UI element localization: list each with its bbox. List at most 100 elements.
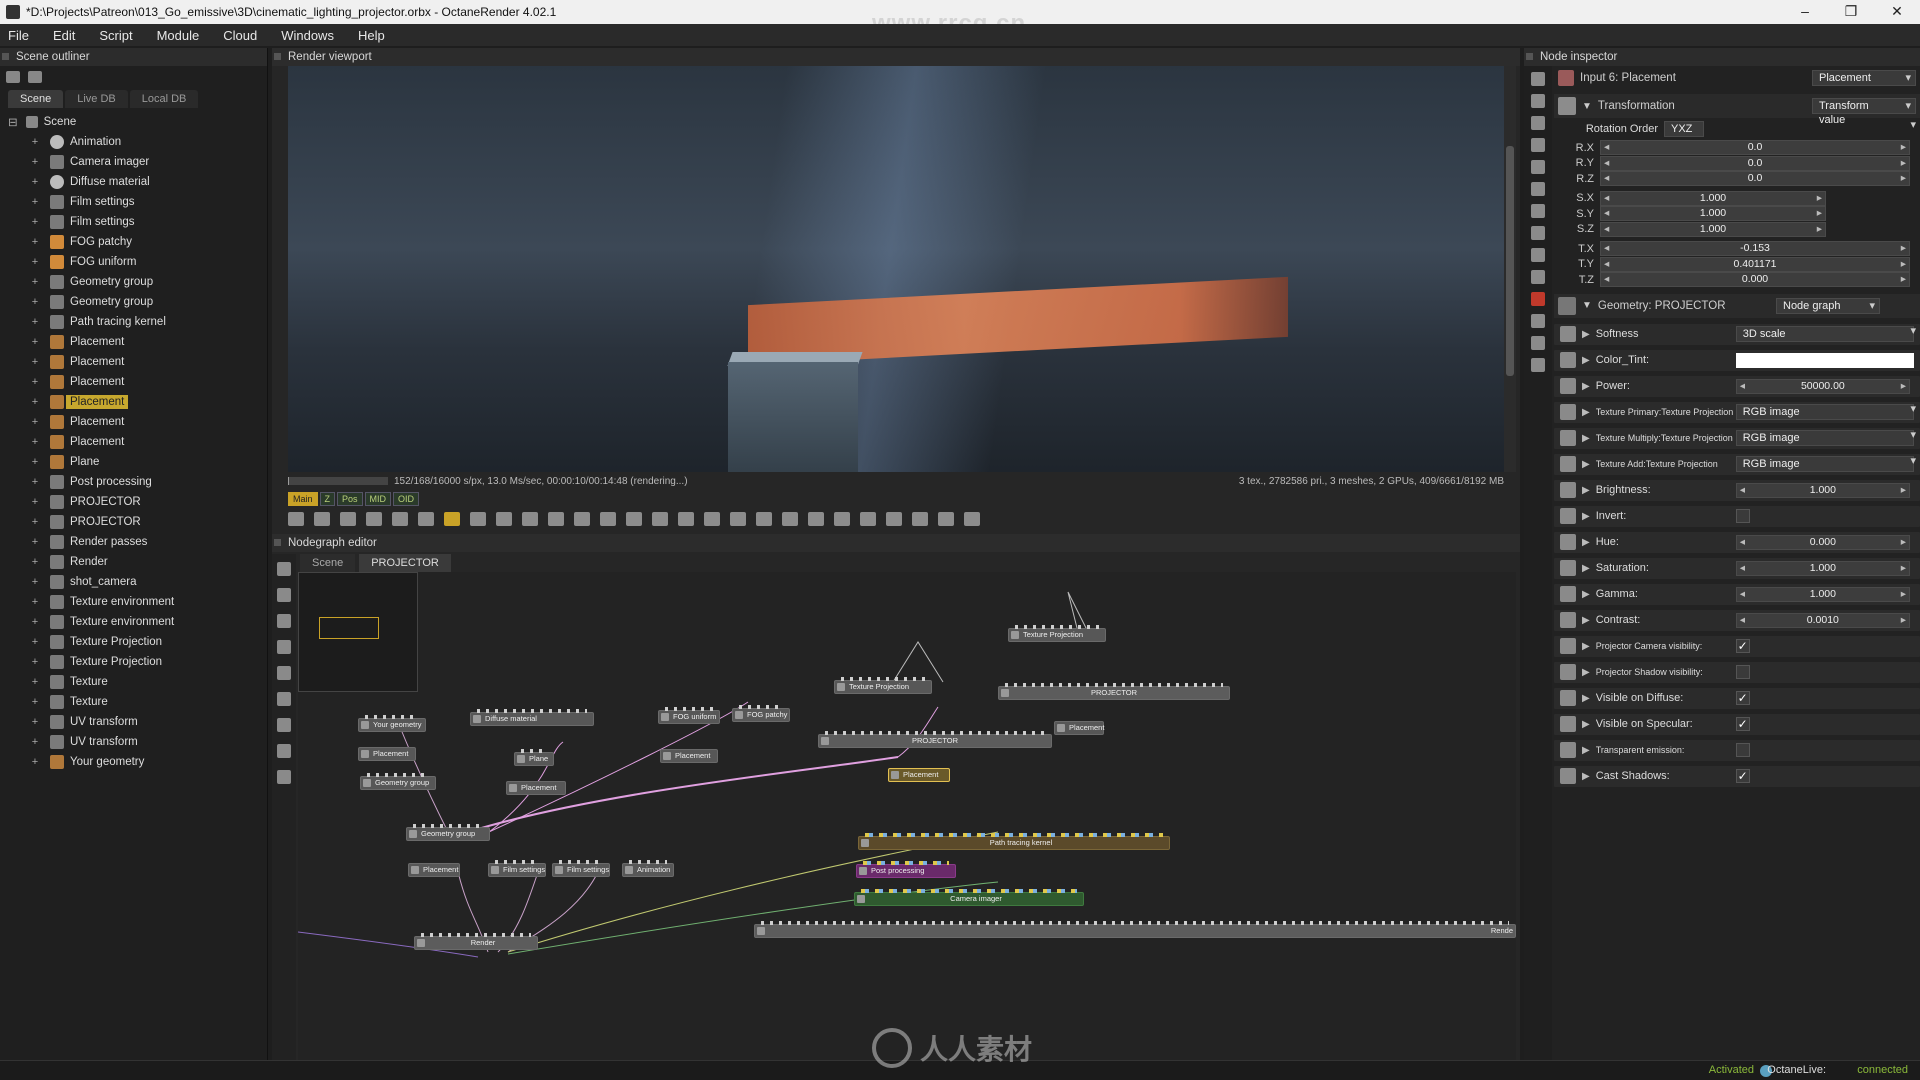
property-slider[interactable]: 50000.00	[1735, 378, 1910, 394]
tree-item[interactable]: + UV transform	[0, 712, 267, 732]
menu-file[interactable]: File	[8, 28, 29, 43]
tree-item[interactable]: + Animation	[0, 132, 267, 152]
expand-icon[interactable]: +	[30, 336, 40, 348]
expand-icon[interactable]: +	[30, 596, 40, 608]
node-placement-e[interactable]: Placement	[660, 749, 718, 763]
expand-triangle-icon[interactable]: ▶	[1582, 511, 1590, 522]
tree-item[interactable]: + Film settings	[0, 212, 267, 232]
expand-icon[interactable]: +	[30, 296, 40, 308]
property-pin-icon[interactable]	[1560, 508, 1576, 524]
tree-item[interactable]: + Texture environment	[0, 612, 267, 632]
transform-value-slider[interactable]: 0.0	[1600, 171, 1910, 187]
tree-item[interactable]: + FOG uniform	[0, 252, 267, 272]
viewport-scrollbar[interactable]	[1504, 66, 1516, 472]
expand-triangle-icon[interactable]: ▶	[1582, 667, 1590, 678]
tab-scene-graph[interactable]: Scene	[300, 554, 356, 572]
expand-triangle-icon[interactable]: ▶	[1582, 381, 1590, 392]
minimize-button[interactable]: –	[1782, 0, 1828, 24]
tree-item[interactable]: + Placement	[0, 412, 267, 432]
expand-icon[interactable]: +	[30, 196, 40, 208]
tab-projector-graph[interactable]: PROJECTOR	[359, 554, 451, 572]
save-render-icon[interactable]	[782, 512, 798, 526]
film-region-icon[interactable]	[652, 512, 668, 526]
node-camera-imager[interactable]: Camera imager	[854, 889, 1084, 906]
property-pin-icon[interactable]	[1560, 534, 1576, 550]
tree-item[interactable]: + FOG patchy	[0, 232, 267, 252]
chip-pos[interactable]: Pos	[337, 492, 363, 506]
stop-icon[interactable]	[366, 512, 382, 526]
menu-cloud[interactable]: Cloud	[223, 28, 257, 43]
expand-icon[interactable]: +	[30, 216, 40, 228]
expand-icon[interactable]: +	[30, 236, 40, 248]
expand-icon[interactable]: +	[30, 376, 40, 388]
pick-object-icon[interactable]	[574, 512, 590, 526]
passes-node-icon[interactable]	[1531, 270, 1545, 284]
tree-item[interactable]: + Texture	[0, 692, 267, 712]
property-pin-icon[interactable]	[1560, 560, 1576, 576]
nodegraph-canvas[interactable]: Texture Projection PROJECTOR Placement T…	[298, 572, 1516, 1060]
tree-item[interactable]: + PROJECTOR	[0, 492, 267, 512]
menu-windows[interactable]: Windows	[281, 28, 334, 43]
tab-local-db[interactable]: Local DB	[129, 90, 199, 108]
settings-icon[interactable]	[314, 512, 330, 526]
tree-item[interactable]: + Texture Projection	[0, 632, 267, 652]
expand-triangle-icon[interactable]: ▶	[1582, 355, 1590, 366]
property-pin-icon[interactable]	[1560, 326, 1576, 342]
node-film-settings-2[interactable]: Film settings	[552, 860, 610, 877]
viewport-lock-icon[interactable]	[704, 512, 720, 526]
environment-node-icon[interactable]	[1531, 160, 1545, 174]
property-pin-icon[interactable]	[1560, 716, 1576, 732]
subsample-icon[interactable]	[834, 512, 850, 526]
tab-live-db[interactable]: Live DB	[65, 90, 128, 108]
node-plane[interactable]: Plane	[514, 749, 554, 766]
transform-value-slider[interactable]: 1.000	[1600, 190, 1826, 206]
transform-value-slider[interactable]: 0.0	[1600, 155, 1910, 171]
geometry-node-icon[interactable]	[1531, 314, 1545, 328]
expand-icon[interactable]: +	[30, 356, 40, 368]
tree-item[interactable]: + Geometry group	[0, 272, 267, 292]
pause-icon[interactable]	[418, 512, 434, 526]
expand-icon[interactable]: +	[30, 256, 40, 268]
property-slider[interactable]: 0.0010	[1735, 612, 1910, 628]
tree-item[interactable]: + Placement	[0, 432, 267, 452]
restart-icon[interactable]	[392, 512, 408, 526]
maximize-button[interactable]: ❐	[1828, 0, 1874, 24]
expand-icon[interactable]: +	[30, 396, 40, 408]
transform-mode-dropdown[interactable]: Transform value	[1812, 98, 1916, 126]
tree-item[interactable]: + Plane	[0, 452, 267, 472]
property-dropdown[interactable]: 3D scale	[1735, 326, 1914, 342]
expand-icon[interactable]: +	[30, 636, 40, 648]
recenter-icon[interactable]	[288, 512, 304, 526]
expand-icon[interactable]: +	[30, 316, 40, 328]
scene-root[interactable]: ⊟ Scene	[0, 112, 267, 132]
input-type-dropdown[interactable]: Placement	[1812, 70, 1916, 86]
expand-triangle-icon[interactable]: ▶	[1582, 459, 1590, 470]
tree-item[interactable]: + UV transform	[0, 732, 267, 752]
property-dropdown[interactable]: RGB image	[1735, 404, 1914, 420]
expand-triangle-icon[interactable]: ▶	[1582, 719, 1590, 730]
property-slider[interactable]: 1.000	[1735, 586, 1910, 602]
tree-item[interactable]: + Path tracing kernel	[0, 312, 267, 332]
property-slider[interactable]: 0.000	[1735, 534, 1910, 550]
property-pin-icon[interactable]	[1560, 664, 1576, 680]
white-balance-icon[interactable]	[522, 512, 538, 526]
node-geometry-group-1[interactable]: Geometry group	[360, 773, 436, 790]
transform-value-slider[interactable]: -0.153	[1600, 241, 1910, 257]
property-checkbox[interactable]	[1735, 743, 1750, 757]
color-swatch[interactable]	[1735, 352, 1914, 368]
expand-triangle-icon[interactable]: ▶	[1582, 771, 1590, 782]
expand-icon[interactable]: +	[30, 456, 40, 468]
tree-item[interactable]: + Placement	[0, 332, 267, 352]
expand-icon[interactable]: +	[30, 676, 40, 688]
tree-item[interactable]: + Geometry group	[0, 292, 267, 312]
minimap-viewport[interactable]	[319, 617, 379, 639]
pick-material-icon[interactable]	[548, 512, 564, 526]
tree-item[interactable]: + Diffuse material	[0, 172, 267, 192]
texture-node-icon[interactable]	[277, 692, 291, 706]
node-texture-projection-2[interactable]: Texture Projection	[834, 677, 932, 694]
expand-icon[interactable]: +	[30, 736, 40, 748]
property-pin-icon[interactable]	[1560, 430, 1576, 446]
node-your-geometry[interactable]: Your geometry	[358, 715, 426, 732]
expand-icon[interactable]: +	[30, 476, 40, 488]
collapse-all-icon[interactable]	[28, 71, 42, 83]
